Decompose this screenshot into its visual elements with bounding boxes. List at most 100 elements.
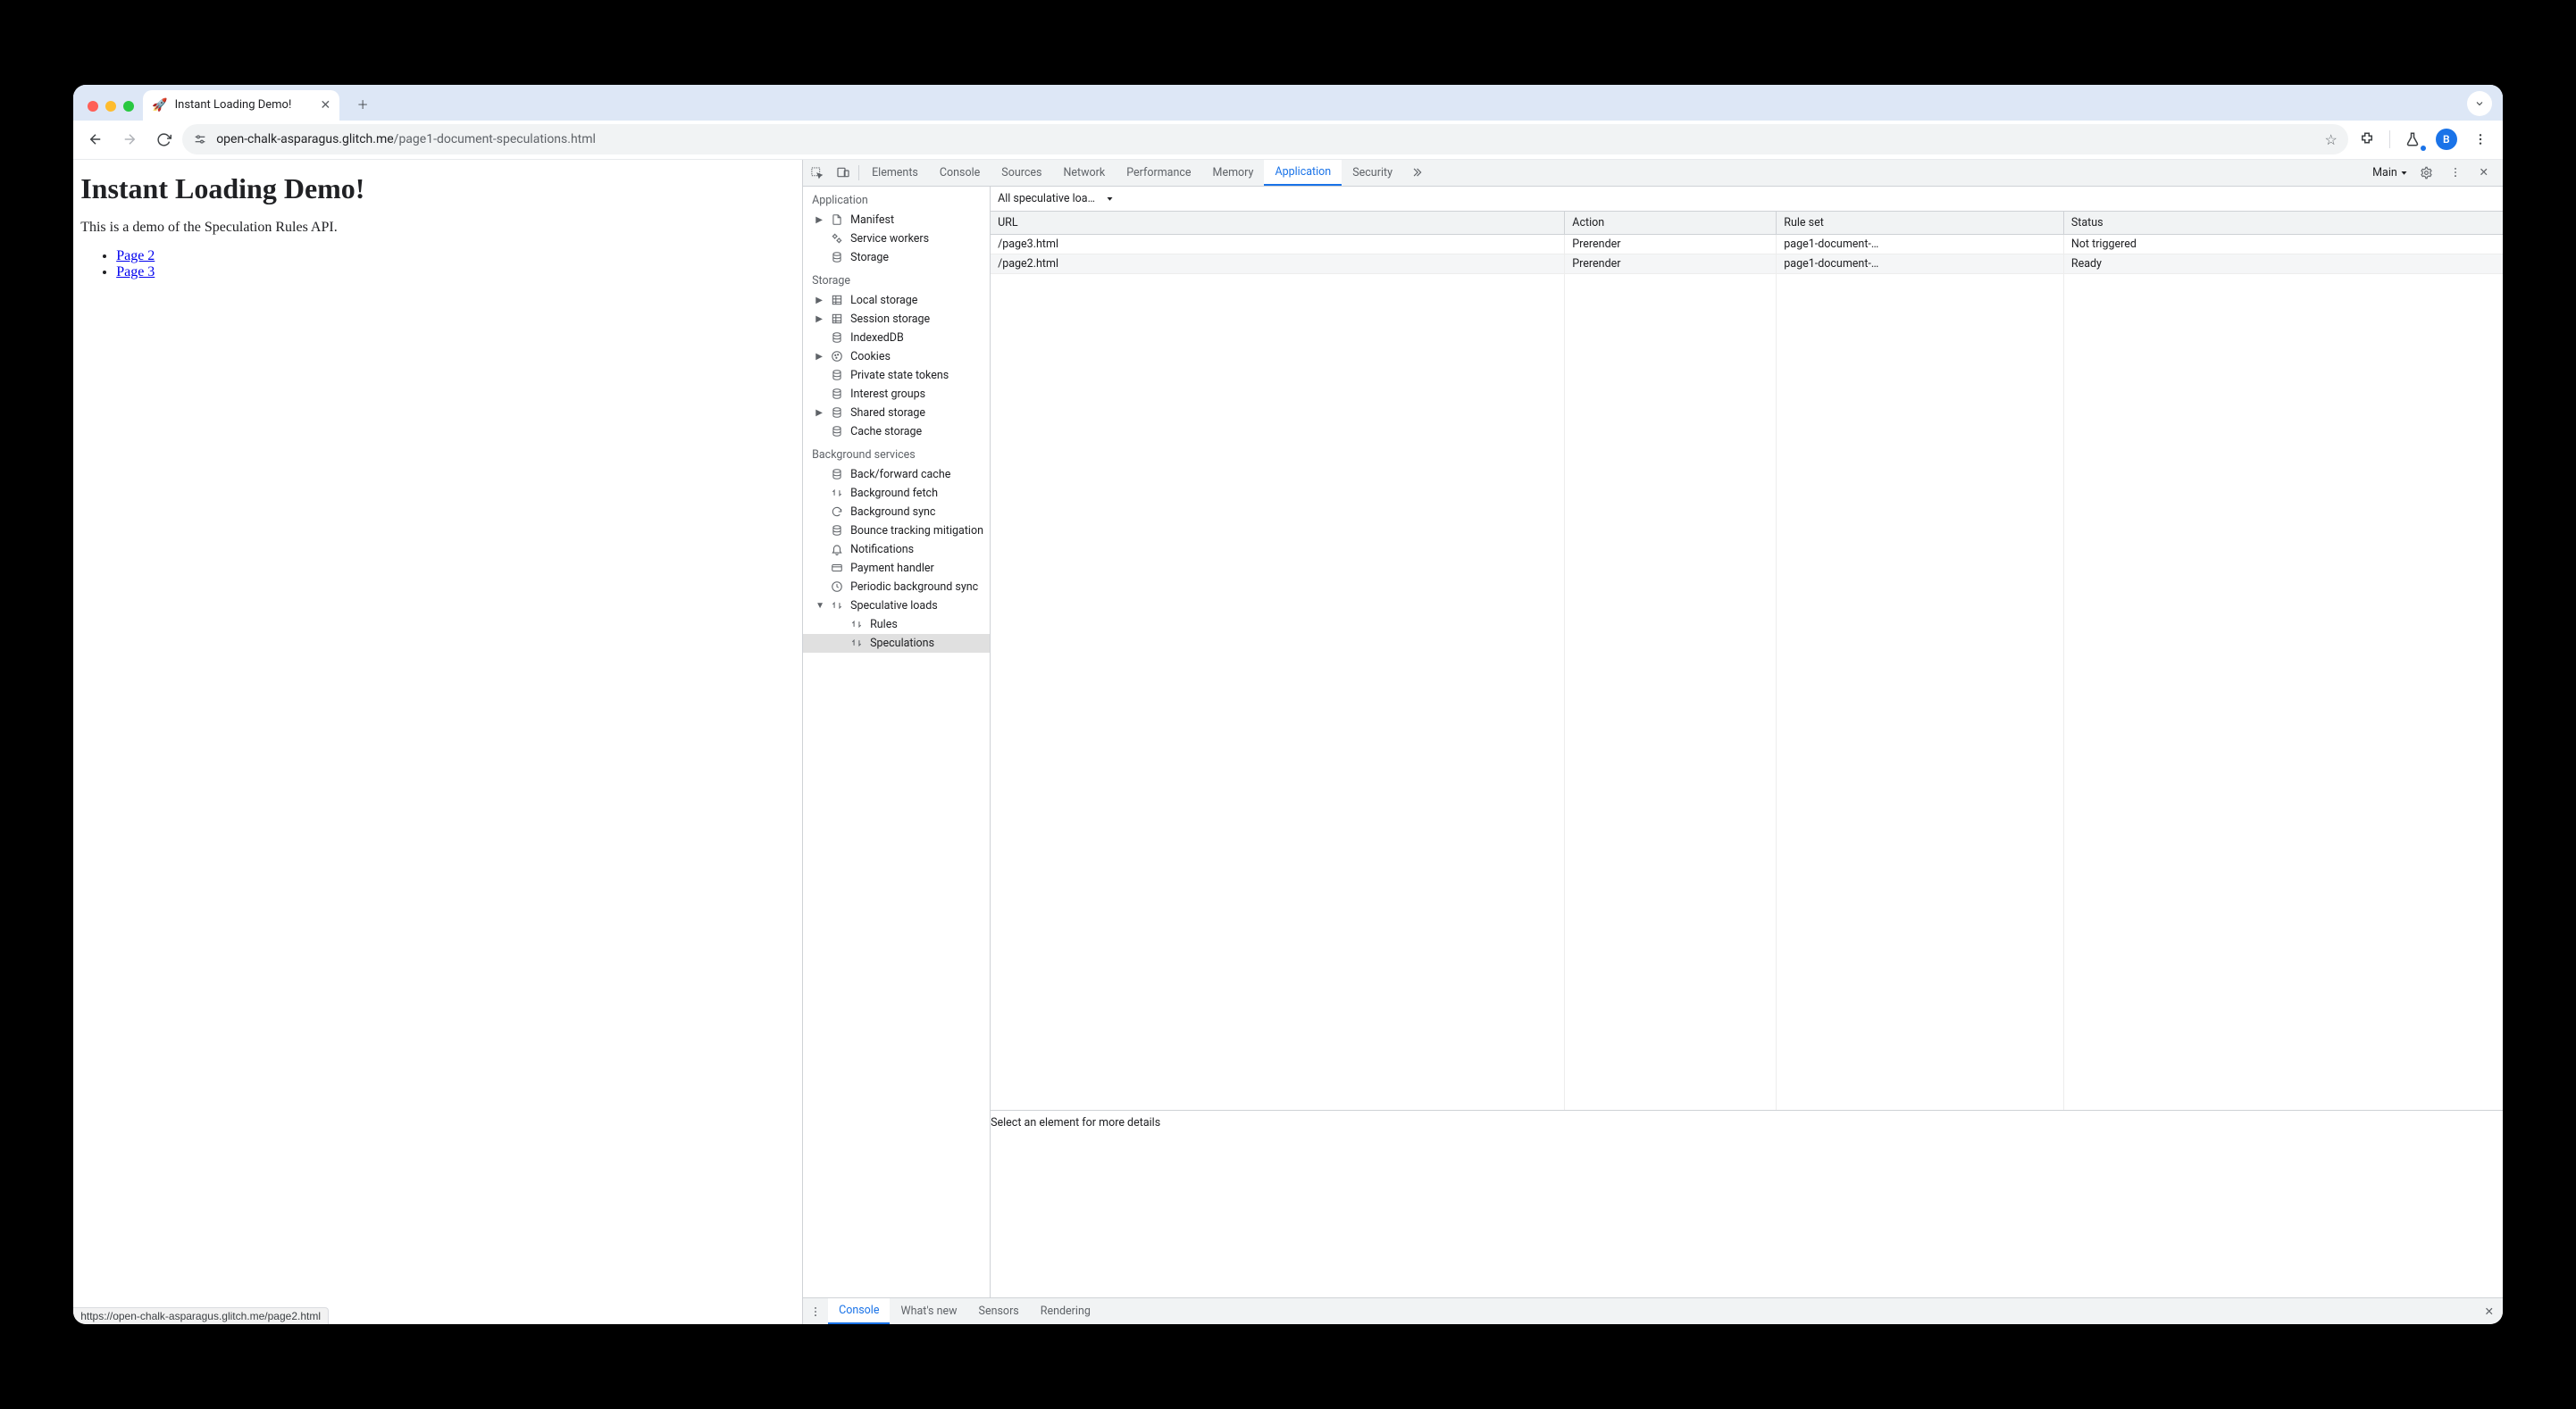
sidebar-item[interactable]: Background fetch: [803, 484, 990, 503]
devtools-tab-performance[interactable]: Performance: [1116, 160, 1201, 186]
sidebar-item[interactable]: Private state tokens: [803, 366, 990, 385]
sidebar-item-label: Bounce tracking mitigation: [850, 524, 983, 538]
sidebar-item-label: Background sync: [850, 505, 935, 519]
chevron-down-icon: ▼: [815, 601, 823, 611]
sidebar-item[interactable]: Speculations: [803, 634, 990, 653]
browser-menu-button[interactable]: [2465, 124, 2496, 154]
page-intro: This is a demo of the Speculation Rules …: [80, 220, 795, 236]
devtools-tab-network[interactable]: Network: [1052, 160, 1116, 186]
sidebar-item[interactable]: Bounce tracking mitigation: [803, 521, 990, 540]
target-selector[interactable]: Main: [2369, 166, 2412, 179]
sidebar-item[interactable]: Back/forward cache: [803, 465, 990, 484]
extensions-icon[interactable]: [2352, 124, 2382, 154]
back-button[interactable]: [80, 124, 111, 154]
sidebar-item-label: Payment handler: [850, 562, 934, 575]
tab-strip: 🚀 Instant Loading Demo! ✕ ＋: [73, 85, 2503, 121]
table-header-row: URL Action Rule set Status: [991, 212, 2503, 235]
drawer-kebab-icon[interactable]: [803, 1298, 828, 1324]
swap-icon: [830, 487, 843, 500]
card-icon: [830, 562, 843, 575]
col-header-action[interactable]: Action: [1565, 212, 1777, 234]
drawer-tab-whatsnew[interactable]: What's new: [890, 1298, 967, 1324]
col-header-status[interactable]: Status: [2064, 212, 2503, 234]
reload-button[interactable]: [148, 124, 179, 154]
sidebar-item[interactable]: Service workers: [803, 229, 990, 248]
page-link-page3[interactable]: Page 3: [116, 264, 155, 279]
devtools-tab-application[interactable]: Application: [1264, 160, 1342, 186]
devtools-tab-console[interactable]: Console: [929, 160, 991, 186]
sidebar-item[interactable]: Notifications: [803, 540, 990, 559]
minimize-window-button[interactable]: [105, 101, 116, 112]
drawer-tab-console[interactable]: Console: [828, 1298, 890, 1324]
site-settings-icon[interactable]: [193, 132, 207, 146]
sidebar-item[interactable]: ▶Session storage: [803, 310, 990, 329]
sidebar-item[interactable]: ▶ Shared storage: [803, 404, 990, 422]
sidebar-item[interactable]: IndexedDB: [803, 329, 990, 347]
devtools-tab-sources[interactable]: Sources: [991, 160, 1052, 186]
sidebar-item-label: Speculations: [870, 637, 934, 650]
experiments-icon[interactable]: [2397, 124, 2428, 154]
devtools-tab-elements[interactable]: Elements: [861, 160, 929, 186]
page-link-page2[interactable]: Page 2: [116, 248, 155, 263]
inspect-element-icon[interactable]: [803, 160, 830, 186]
sidebar-item[interactable]: ▶Cookies: [803, 347, 990, 366]
devtools-close-icon[interactable]: ✕: [2471, 165, 2497, 179]
url-text: open-chalk-asparagus.glitch.me/page1-doc…: [216, 132, 596, 146]
devtools-tab-memory[interactable]: Memory: [1202, 160, 1265, 186]
sidebar-item-label: Interest groups: [850, 388, 925, 401]
sidebar-item-label: Periodic background sync: [850, 580, 978, 594]
sidebar-item[interactable]: Rules: [803, 615, 990, 634]
more-tabs-icon[interactable]: [1403, 160, 1430, 186]
db-icon: [830, 425, 843, 438]
devtools-panel: Elements Console Sources Network Perform…: [802, 160, 2503, 1325]
col-header-ruleset[interactable]: Rule set: [1777, 212, 2064, 234]
sidebar-item-label: Cookies: [850, 350, 891, 363]
forward-button[interactable]: [114, 124, 145, 154]
drawer-tab-sensors[interactable]: Sensors: [968, 1298, 1030, 1324]
tabs-overflow-button[interactable]: [2467, 91, 2492, 116]
sidebar-item[interactable]: ▶Manifest: [803, 211, 990, 229]
sidebar-item[interactable]: ▶Local storage: [803, 291, 990, 310]
swap-icon: [830, 599, 843, 613]
devtools-settings-icon[interactable]: [2413, 166, 2440, 179]
sidebar-item[interactable]: Background sync: [803, 503, 990, 521]
sidebar-item-label: Cache storage: [850, 425, 922, 438]
detail-placeholder: Select an element for more details: [991, 1110, 2503, 1297]
drawer-close-icon[interactable]: ✕: [2476, 1298, 2503, 1324]
drawer-tab-rendering[interactable]: Rendering: [1030, 1298, 1101, 1324]
chevron-right-icon: ▶: [815, 408, 823, 418]
cell-action: Prerender: [1565, 235, 1777, 254]
table-row[interactable]: /page3.htmlPrerenderpage1-document-…Not …: [991, 235, 2503, 254]
sidebar-item-label: Shared storage: [850, 406, 925, 420]
db-icon: [830, 524, 843, 538]
tab-title: Instant Loading Demo!: [175, 98, 292, 112]
maximize-window-button[interactable]: [123, 101, 134, 112]
sidebar-item[interactable]: Storage: [803, 248, 990, 267]
cell-status: Not triggered: [2064, 235, 2503, 254]
browser-toolbar: open-chalk-asparagus.glitch.me/page1-doc…: [73, 121, 2503, 160]
table-body: /page3.htmlPrerenderpage1-document-…Not …: [991, 235, 2503, 1111]
devtools-tab-security[interactable]: Security: [1342, 160, 1403, 186]
device-toggle-icon[interactable]: [830, 160, 857, 186]
new-tab-button[interactable]: ＋: [350, 92, 375, 117]
sidebar-item[interactable]: Cache storage: [803, 422, 990, 441]
browser-tab[interactable]: 🚀 Instant Loading Demo! ✕: [143, 90, 339, 121]
chevron-right-icon: ▶: [815, 314, 823, 324]
filter-dropdown[interactable]: All speculative loa…: [998, 192, 1114, 205]
sidebar-item[interactable]: Payment handler: [803, 559, 990, 578]
sidebar-item[interactable]: ▼Speculative loads: [803, 596, 990, 615]
devtools-tabbar: Elements Console Sources Network Perform…: [803, 160, 2503, 187]
sidebar-item[interactable]: Periodic background sync: [803, 578, 990, 596]
swap-icon: [849, 637, 863, 650]
col-header-url[interactable]: URL: [991, 212, 1565, 234]
tab-close-icon[interactable]: ✕: [320, 98, 330, 113]
grid-icon: [830, 294, 843, 307]
profile-button[interactable]: B: [2431, 124, 2462, 154]
devtools-kebab-icon[interactable]: [2442, 166, 2469, 179]
close-window-button[interactable]: [88, 101, 98, 112]
tabbar-separator: [858, 165, 859, 180]
address-bar[interactable]: open-chalk-asparagus.glitch.me/page1-doc…: [182, 124, 2348, 154]
sidebar-item[interactable]: Interest groups: [803, 385, 990, 404]
table-row[interactable]: /page2.htmlPrerenderpage1-document-…Read…: [991, 254, 2503, 274]
bookmark-icon[interactable]: ☆: [2324, 131, 2337, 148]
